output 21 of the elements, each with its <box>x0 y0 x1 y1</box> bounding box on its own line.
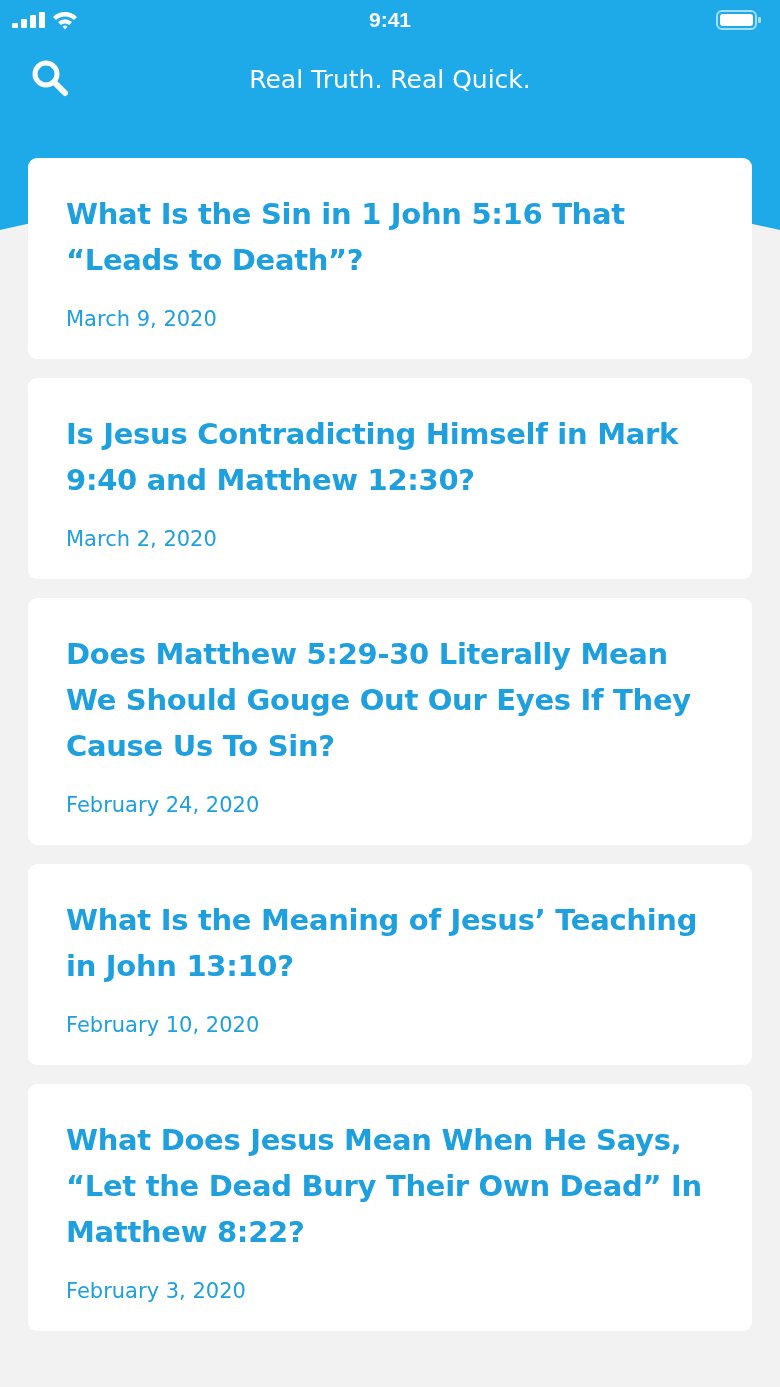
search-button[interactable] <box>30 58 70 98</box>
battery-icon <box>716 10 762 30</box>
article-date: March 2, 2020 <box>66 527 218 551</box>
article-card[interactable]: Does Matthew 5:29-30 Literally Mean We Should Gouge Out Our Eyes If They Cause Us To Sin? February 24, 2020 <box>28 598 752 845</box>
article-card[interactable]: What Is the Meaning of Jesus’ Teaching in John 13:10? February 10, 2020 <box>28 864 752 1065</box>
article-card[interactable]: What Is the Sin in 1 John 5:16 That “Leads to Death”? March 9, 2020 <box>28 158 752 359</box>
article-date: March 9, 2020 <box>66 307 218 331</box>
article-title: What Is the Sin in 1 John 5:16 That “Leads to Death”? <box>66 196 626 279</box>
article-date: February 10, 2020 <box>66 1013 261 1037</box>
wifi-icon <box>52 10 78 30</box>
article-title: What Does Jesus Mean When He Says, “Let the Dead Bury Their Own Dead” In Matthew 8:22? <box>66 1122 703 1251</box>
article-date: February 3, 2020 <box>66 1279 247 1303</box>
article-card[interactable]: What Does Jesus Mean When He Says, “Let the Dead Bury Their Own Dead” In Matthew 8:22? February 3, 2020 <box>28 1084 752 1331</box>
article-card[interactable]: Is Jesus Contradicting Himself in Mark 9:40 and Matthew 12:30? March 2, 2020 <box>28 378 752 579</box>
signal-icon <box>12 12 46 28</box>
article-title: What Is the Meaning of Jesus’ Teaching in John 13:10? <box>66 902 699 985</box>
app-title: Real Truth. Real Quick. <box>249 64 531 94</box>
article-title: Is Jesus Contradicting Himself in Mark 9:40 and Matthew 12:30? <box>66 416 680 499</box>
article-date: February 24, 2020 <box>66 793 261 817</box>
article-title: Does Matthew 5:29-30 Literally Mean We Should Gouge Out Our Eyes If They Cause Us To Sin? <box>66 636 692 765</box>
status-time: 9:41 <box>369 8 411 32</box>
